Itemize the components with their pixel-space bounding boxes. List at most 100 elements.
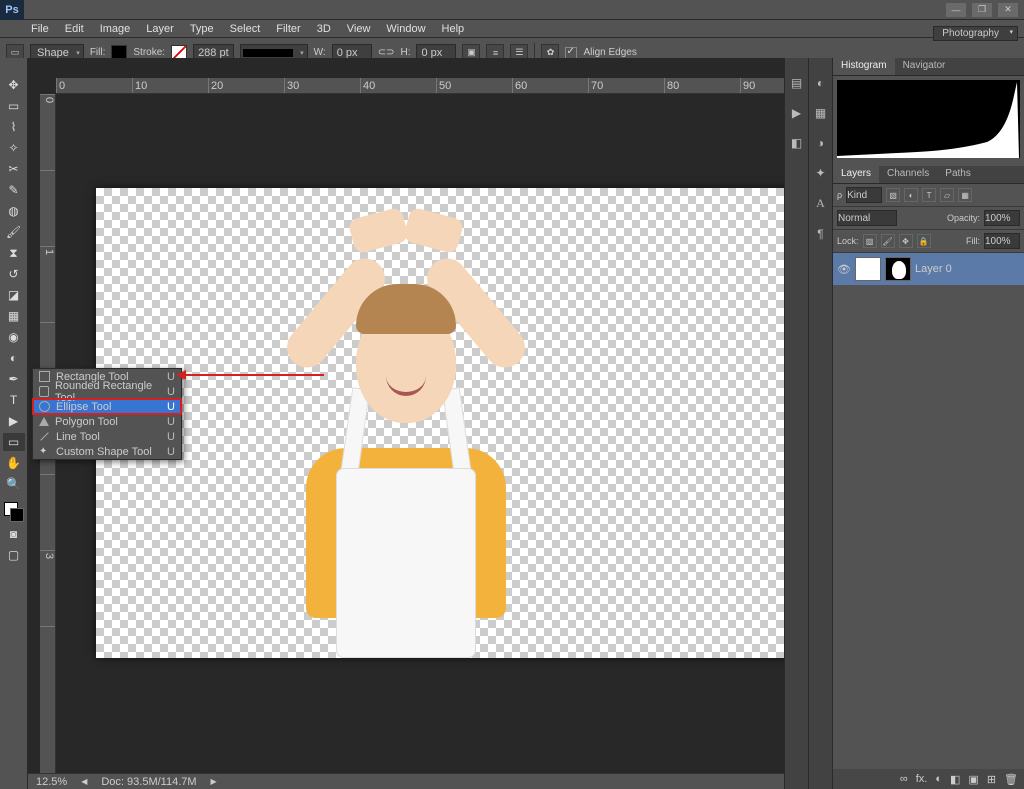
lock-label: Lock:: [837, 236, 859, 246]
history-panel-icon[interactable]: ▤: [791, 76, 802, 90]
layer-mask-icon[interactable]: ◐: [935, 773, 942, 785]
lock-transparent-icon[interactable]: ▨: [863, 234, 877, 248]
title-bar: Ps — ❐ ✕: [0, 0, 1024, 20]
stamp-tool-icon[interactable]: ⧗: [3, 244, 25, 262]
link-layers-icon[interactable]: ∞: [900, 773, 908, 785]
crop-tool-icon[interactable]: ✂: [3, 160, 25, 178]
blend-mode-dropdown[interactable]: [837, 210, 897, 226]
histogram-chart: [837, 80, 1020, 158]
layer-row[interactable]: 👁 Layer 0: [833, 253, 1024, 285]
filter-pixel-icon[interactable]: ▧: [886, 188, 900, 202]
shape-tool-icon[interactable]: ▭: [3, 433, 25, 451]
shape-tool-flyout: Rectangle ToolU Rounded Rectangle ToolU …: [32, 368, 182, 460]
history-brush-tool-icon[interactable]: ↺: [3, 265, 25, 283]
layer-fill-input[interactable]: [984, 233, 1020, 249]
actions-panel-icon[interactable]: ▶: [792, 106, 801, 120]
filter-type-icon[interactable]: T: [922, 188, 936, 202]
marquee-tool-icon[interactable]: ▭: [3, 97, 25, 115]
new-layer-icon[interactable]: ⊞: [987, 773, 996, 786]
path-select-tool-icon[interactable]: ▶: [3, 412, 25, 430]
menu-image[interactable]: Image: [93, 22, 138, 36]
canvas[interactable]: [96, 188, 784, 658]
hand-tool-icon[interactable]: ✋: [3, 454, 25, 472]
delete-layer-icon[interactable]: 🗑: [1004, 773, 1018, 786]
dodge-tool-icon[interactable]: ◐: [3, 349, 25, 367]
color-panel-icon[interactable]: ◐: [817, 76, 824, 90]
custom-shape-tool-item[interactable]: ✦Custom Shape ToolU: [33, 444, 181, 459]
maximize-button[interactable]: ❐: [972, 3, 992, 17]
layer-fx-icon[interactable]: fx.: [916, 773, 928, 785]
polygon-tool-item[interactable]: Polygon ToolU: [33, 414, 181, 429]
collapsed-panel-strip-1: ▤ ▶ ◧: [784, 58, 808, 789]
opacity-input[interactable]: [984, 210, 1020, 226]
align-edges-checkbox[interactable]: [565, 47, 577, 59]
menu-type[interactable]: Type: [183, 22, 221, 36]
type-tool-icon[interactable]: T: [3, 391, 25, 409]
color-swatches[interactable]: [4, 502, 24, 522]
paragraph-panel-icon[interactable]: ¶: [817, 227, 823, 241]
magic-wand-tool-icon[interactable]: ✧: [3, 139, 25, 157]
adjustment-layer-icon[interactable]: ◧: [950, 773, 960, 786]
character-panel-icon[interactable]: A: [816, 196, 825, 211]
tab-layers[interactable]: Layers: [833, 166, 879, 183]
pen-tool-icon[interactable]: ✒: [3, 370, 25, 388]
tab-histogram[interactable]: Histogram: [833, 58, 895, 75]
menu-window[interactable]: Window: [379, 22, 432, 36]
doc-size: Doc: 93.5M/114.7M: [101, 776, 196, 788]
close-button[interactable]: ✕: [998, 3, 1018, 17]
visibility-eye-icon[interactable]: 👁: [837, 263, 851, 276]
menu-layer[interactable]: Layer: [139, 22, 181, 36]
tab-channels[interactable]: Channels: [879, 166, 937, 183]
status-arrow-right[interactable]: ▶: [211, 777, 217, 786]
workspace-selector[interactable]: Photography: [933, 26, 1018, 41]
lock-all-icon[interactable]: 🔒: [917, 234, 931, 248]
menu-select[interactable]: Select: [223, 22, 268, 36]
healing-tool-icon[interactable]: ◍: [3, 202, 25, 220]
lock-pixels-icon[interactable]: 🖌: [881, 234, 895, 248]
swatches-panel-icon[interactable]: ▦: [815, 106, 826, 120]
filter-smart-icon[interactable]: ▦: [958, 188, 972, 202]
collapsed-panel-strip-2: ◐ ▦ ◑ ✦ A ¶: [808, 58, 832, 789]
layer-name[interactable]: Layer 0: [915, 263, 952, 275]
zoom-tool-icon[interactable]: 🔍: [3, 475, 25, 493]
link-wh-icon[interactable]: ⊂⊃: [378, 47, 395, 58]
menu-3d[interactable]: 3D: [310, 22, 338, 36]
group-icon[interactable]: ▣: [968, 773, 978, 786]
blur-tool-icon[interactable]: ◉: [3, 328, 25, 346]
zoom-level[interactable]: 12.5%: [36, 776, 67, 788]
lasso-tool-icon[interactable]: ⌇: [3, 118, 25, 136]
tab-paths[interactable]: Paths: [937, 166, 979, 183]
tab-navigator[interactable]: Navigator: [895, 58, 954, 75]
line-tool-item[interactable]: Line ToolU: [33, 429, 181, 444]
eraser-tool-icon[interactable]: ◪: [3, 286, 25, 304]
layer-thumbnail[interactable]: [855, 257, 881, 281]
layers-footer: ∞ fx. ◐ ◧ ▣ ⊞ 🗑: [833, 769, 1024, 789]
screen-mode-icon[interactable]: ▢: [3, 546, 25, 564]
menu-edit[interactable]: Edit: [58, 22, 91, 36]
layers-tabs: Layers Channels Paths: [833, 166, 1024, 184]
quick-mask-icon[interactable]: ◙: [3, 525, 25, 543]
properties-panel-icon[interactable]: ◧: [791, 136, 802, 150]
brush-tool-icon[interactable]: 🖌: [3, 223, 25, 241]
filter-adjust-icon[interactable]: ◐: [904, 188, 918, 202]
menu-help[interactable]: Help: [435, 22, 472, 36]
layers-panel: ρ ▧ ◐ T ▱ ▦ Opacity: Lock: ▨ 🖌 ✥ 🔒 Fill:: [833, 184, 1024, 789]
menu-file[interactable]: File: [24, 22, 56, 36]
filter-shape-icon[interactable]: ▱: [940, 188, 954, 202]
gradient-tool-icon[interactable]: ▦: [3, 307, 25, 325]
adjustments-panel-icon[interactable]: ◑: [817, 136, 824, 150]
eyedropper-tool-icon[interactable]: ✎: [3, 181, 25, 199]
menu-view[interactable]: View: [340, 22, 378, 36]
status-arrow-left[interactable]: ◀: [81, 777, 87, 786]
fill-label: Fill:: [90, 47, 106, 58]
histogram-tabs: Histogram Navigator: [833, 58, 1024, 76]
menu-filter[interactable]: Filter: [269, 22, 307, 36]
stroke-label: Stroke:: [133, 47, 165, 58]
kind-filter-dropdown[interactable]: [846, 187, 882, 203]
lock-position-icon[interactable]: ✥: [899, 234, 913, 248]
move-tool-icon[interactable]: ✥: [3, 76, 25, 94]
minimize-button[interactable]: —: [946, 3, 966, 17]
rounded-rectangle-tool-item[interactable]: Rounded Rectangle ToolU: [33, 384, 181, 399]
styles-panel-icon[interactable]: ✦: [815, 166, 825, 180]
layer-mask-thumbnail[interactable]: [885, 257, 911, 281]
